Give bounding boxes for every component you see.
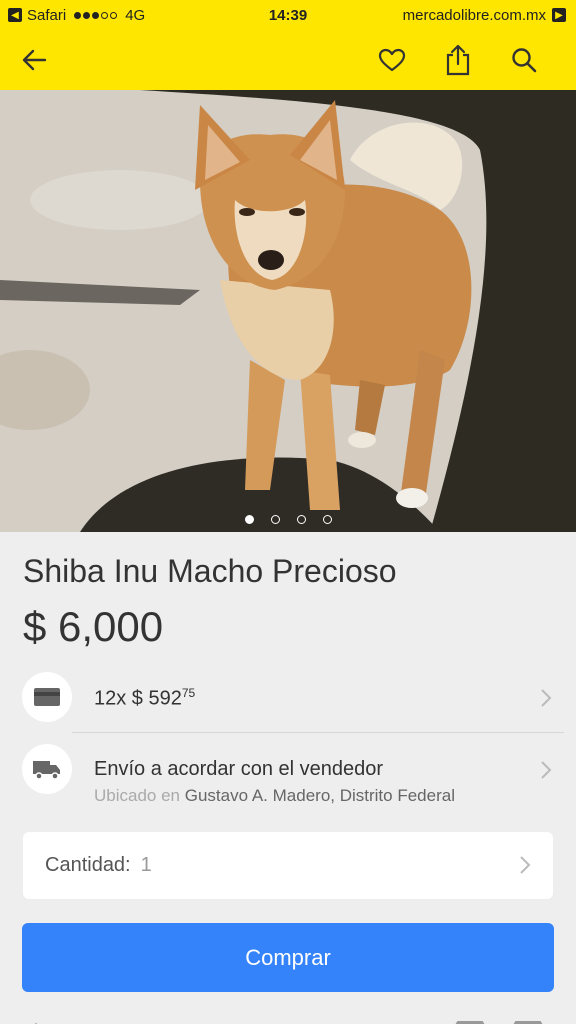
favorite-button[interactable] xyxy=(372,40,412,80)
url-label: mercadolibre.com.mx xyxy=(402,6,546,24)
buy-button[interactable]: Comprar xyxy=(22,923,554,992)
product-details: Shiba Inu Macho Precioso $ 6,000 12x $ 5… xyxy=(0,532,576,1024)
installments-row[interactable]: 12x $ 59275 xyxy=(22,672,564,728)
shipping-row[interactable]: Envío a acordar con el vendedor Ubicado … xyxy=(22,744,564,808)
search-icon xyxy=(512,48,537,73)
back-app-label[interactable]: Safari xyxy=(27,7,66,24)
back-to-app-icon[interactable]: ◀ xyxy=(8,8,22,22)
status-bar: ◀ Safari 4G 14:39 mercadolibre.com.mx ▶ xyxy=(0,0,576,30)
heart-icon xyxy=(378,48,406,72)
product-image-gallery[interactable] xyxy=(0,90,576,532)
status-left: ◀ Safari 4G xyxy=(0,7,220,24)
signal-strength-icon xyxy=(74,11,118,19)
chevron-right-icon xyxy=(541,689,552,707)
quantity-value: 1 xyxy=(140,854,152,876)
share-button[interactable] xyxy=(438,40,478,80)
share-icon xyxy=(446,44,470,76)
shipping-location: Ubicado en Gustavo A. Madero, Distrito F… xyxy=(94,786,455,806)
forward-icon[interactable]: ▶ xyxy=(552,8,566,22)
installments-amount: 12x $ 592 xyxy=(94,687,182,710)
dog-photo xyxy=(0,90,576,532)
quantity-label: Cantidad: xyxy=(45,854,131,876)
pager-dot[interactable] xyxy=(296,515,306,524)
arrow-left-icon xyxy=(22,49,47,71)
quantity-selector[interactable]: Cantidad: 1 xyxy=(23,832,553,899)
truck-icon xyxy=(22,744,72,794)
installments-cents: 75 xyxy=(181,686,196,700)
product-title: Shiba Inu Macho Precioso xyxy=(23,553,397,589)
location-prefix: Ubicado en xyxy=(94,786,181,805)
installments-text: 12x $ 59275 xyxy=(94,686,195,711)
pager-dot[interactable] xyxy=(322,515,332,524)
gallery-pager[interactable] xyxy=(0,515,576,524)
pager-dot[interactable] xyxy=(244,515,254,524)
network-type: 4G xyxy=(125,6,146,24)
product-price: $ 6,000 xyxy=(23,603,164,650)
chevron-right-icon xyxy=(541,761,552,779)
location-value: Gustavo A. Madero, Distrito Federal xyxy=(184,786,455,805)
shipping-label: Envío a acordar con el vendedor xyxy=(94,758,384,780)
chevron-right-icon xyxy=(520,856,531,874)
status-right: mercadolibre.com.mx ▶ xyxy=(403,0,566,30)
credit-card-icon xyxy=(22,672,72,722)
bottom-peek xyxy=(0,1015,576,1024)
nav-bar xyxy=(0,30,576,90)
search-button[interactable] xyxy=(504,40,544,80)
pager-dot[interactable] xyxy=(270,515,280,524)
back-button[interactable] xyxy=(14,40,54,80)
divider xyxy=(72,732,564,733)
